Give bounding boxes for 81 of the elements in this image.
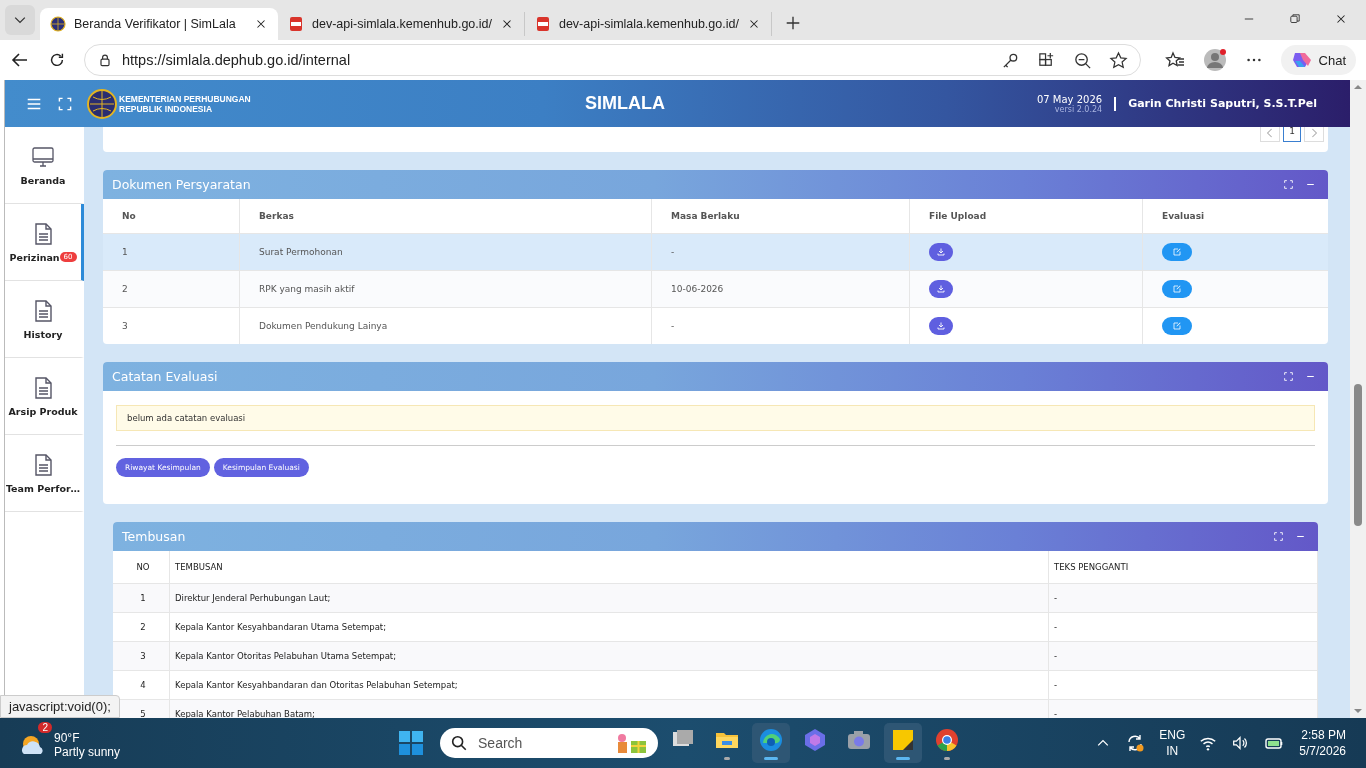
version-text: versi 2.0.24: [1054, 104, 1103, 114]
table-cell: Kepala Kantor Otoritas Pelabuhan Utama Setempat;: [169, 641, 1049, 671]
scrollbar-thumb[interactable]: [1354, 384, 1362, 526]
download-icon: [936, 284, 946, 294]
language-indicator[interactable]: ENG IN: [1159, 727, 1186, 759]
table-cell: Kepala Kantor Pelabuhan Batam;: [169, 699, 1049, 718]
search-icon: [450, 734, 469, 752]
table-cell: 1: [113, 583, 170, 613]
edge-browser-icon: [758, 726, 785, 753]
page-button[interactable]: 1: [1283, 127, 1301, 142]
table-cell: 3: [113, 641, 170, 671]
notification-badge: 2: [38, 722, 52, 733]
column-header: Evaluasi: [1142, 199, 1328, 234]
favorites-icon[interactable]: [1164, 50, 1185, 70]
star-icon[interactable]: [1108, 50, 1128, 70]
download-button[interactable]: [929, 243, 953, 261]
download-button[interactable]: [929, 280, 953, 298]
table-cell: Dokumen Pendukung Lainya: [239, 307, 652, 344]
card-title: Dokumen Persyaratan: [112, 177, 251, 192]
zoom-out-icon[interactable]: [1072, 50, 1092, 70]
table-cell: 3: [103, 307, 240, 344]
status-link-text: javascript:void(0);: [0, 695, 120, 718]
ministry-emblem-icon: [87, 88, 117, 119]
table-cell: -: [1048, 699, 1318, 718]
table-cell: 10-06-2026: [651, 270, 910, 308]
taskbar-app[interactable]: [884, 723, 923, 763]
table-row[interactable]: 1 Surat Permohonan -: [103, 233, 1328, 271]
edit-icon: [1172, 284, 1182, 294]
volume-icon[interactable]: [1231, 734, 1250, 752]
card-title: Tembusan: [122, 529, 186, 544]
edit-icon: [1172, 247, 1182, 257]
taskbar-app[interactable]: [752, 723, 791, 763]
monitor-icon: [31, 144, 55, 169]
pdf-file-icon: [534, 16, 551, 32]
table-cell: 2: [103, 270, 240, 308]
download-icon: [936, 321, 946, 331]
restore-icon[interactable]: [1288, 12, 1302, 26]
table-cell: -: [651, 233, 910, 271]
download-icon: [936, 247, 946, 257]
chat-button[interactable]: Chat: [1280, 45, 1356, 75]
empty-note: belum ada catatan evaluasi: [116, 405, 1315, 431]
weather-widget[interactable]: 2 90°F Partly sunny: [0, 720, 129, 766]
browser-tab[interactable]: Beranda Verifikator | SimLala: [40, 8, 278, 40]
edit-icon: [1172, 321, 1182, 331]
lock-icon: [97, 52, 113, 68]
table-row[interactable]: 3 Dokumen Pendukung Lainya -: [103, 307, 1328, 344]
search-field[interactable]: Search: [440, 728, 659, 758]
download-button[interactable]: [929, 317, 953, 335]
edit-button[interactable]: [1162, 243, 1192, 261]
table-cell: RPK yang masih aktif: [239, 270, 652, 308]
organization-name: REPUBLIK INDONESIA: [119, 103, 214, 114]
tab-list-button[interactable]: [5, 5, 35, 35]
expand-icon[interactable]: [1283, 179, 1294, 190]
expand-icon[interactable]: [1283, 371, 1294, 382]
scrollbar[interactable]: [1350, 80, 1366, 718]
globe-emblem-icon: [50, 16, 66, 32]
browser-tab[interactable]: dev-api-simlala.kemenhub.go.id/: [524, 12, 772, 36]
table-row[interactable]: 2 RPK yang masih aktif 10-06-2026: [103, 270, 1328, 308]
windows-start-icon[interactable]: [398, 730, 425, 756]
edit-button[interactable]: [1162, 317, 1192, 335]
table-cell: Surat Permohonan: [239, 233, 652, 271]
table-cell: Direktur Jenderal Perhubungan Laut;: [169, 583, 1049, 613]
sync-icon[interactable]: [1125, 733, 1146, 753]
table-cell: -: [651, 307, 910, 344]
organization-name: KEMENTERIAN PERHUBUNGAN: [119, 93, 251, 104]
card-title: Catatan Evaluasi: [112, 369, 218, 384]
reload-icon[interactable]: [48, 51, 66, 69]
app-title: SIMLALA: [585, 93, 666, 114]
user-name[interactable]: Garin Christi Saputri, S.S.T.Pel: [1128, 97, 1317, 110]
table-cell: -: [1048, 583, 1318, 613]
pdf-file-icon: [288, 16, 304, 32]
fullscreen-icon[interactable]: [57, 95, 73, 112]
table-cell: 1: [103, 233, 240, 271]
chrome-browser-icon: [934, 726, 961, 753]
date-text: 07 May 2026: [1036, 93, 1103, 105]
clock[interactable]: 2:58 PM 5/7/2026: [1299, 727, 1346, 759]
expand-icon[interactable]: [1273, 531, 1284, 542]
profile-avatar-icon[interactable]: [1202, 48, 1227, 72]
browser-tab[interactable]: dev-api-simlala.kemenhub.go.id/: [278, 12, 525, 36]
table-cell: -: [1048, 641, 1318, 671]
edit-button[interactable]: [1162, 280, 1192, 298]
